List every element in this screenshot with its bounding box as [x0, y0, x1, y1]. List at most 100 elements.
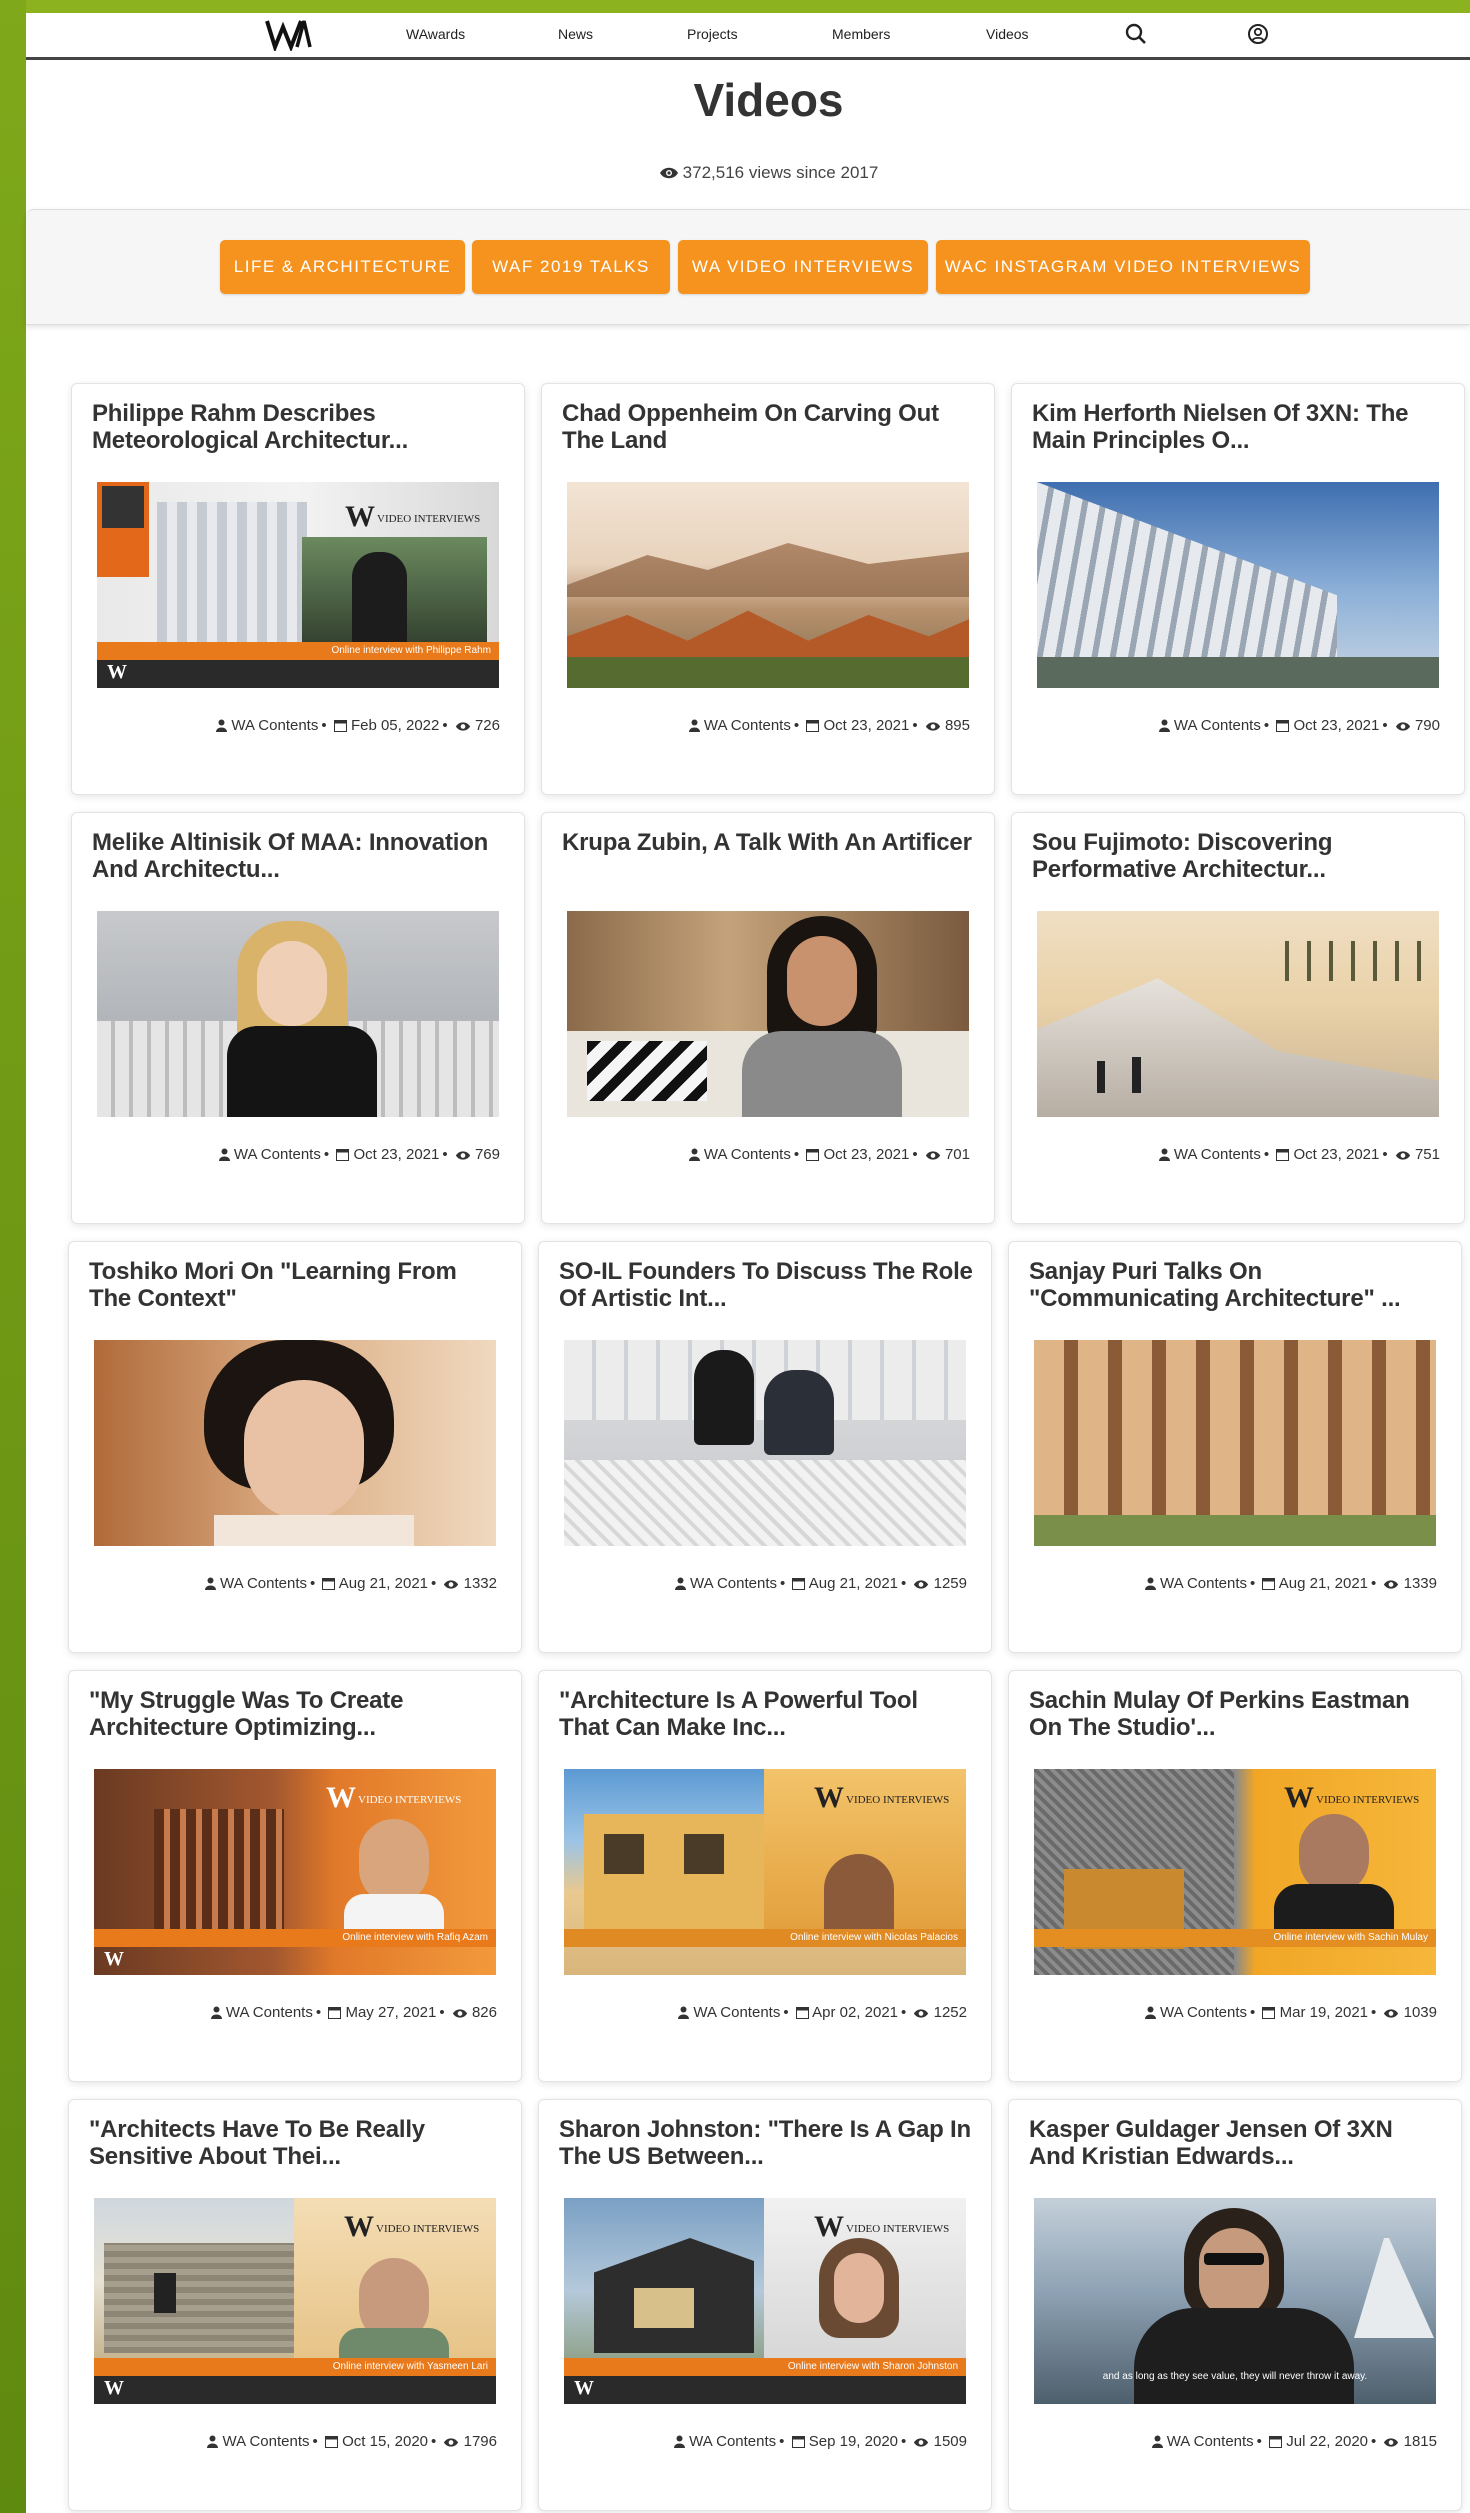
video-title[interactable]: "My Struggle Was To Create Architecture …: [89, 1687, 504, 1741]
tab-wa-video-interviews[interactable]: WA VIDEO INTERVIEWS: [678, 240, 928, 294]
eye-icon: [1395, 1151, 1410, 1160]
video-author[interactable]: WA Contents: [690, 1575, 777, 1592]
video-meta: WA Contents • Apr 02, 2021 • 1252: [678, 2004, 967, 2021]
video-card[interactable]: Melike Altinisik Of MAA: Innovation And …: [71, 812, 525, 1224]
video-thumbnail[interactable]: and as long as they see value, they will…: [1034, 2198, 1436, 2404]
thumbnail-caption: Online interview with Nicolas Palacios: [564, 1929, 966, 1947]
nav-projects[interactable]: Projects: [687, 26, 738, 42]
video-thumbnail[interactable]: [564, 1340, 966, 1546]
search-icon[interactable]: [1124, 22, 1148, 46]
video-title[interactable]: Sanjay Puri Talks On "Communicating Arch…: [1029, 1258, 1444, 1312]
video-thumbnail[interactable]: [97, 911, 499, 1117]
video-card[interactable]: "Architecture Is A Powerful Tool That Ca…: [538, 1670, 992, 2082]
video-card[interactable]: Chad Oppenheim On Carving Out The Land W…: [541, 383, 995, 795]
video-card[interactable]: Kim Herforth Nielsen Of 3XN: The Main Pr…: [1011, 383, 1465, 795]
user-icon: [1158, 719, 1170, 732]
tab-life-architecture[interactable]: LIFE & ARCHITECTURE: [220, 240, 465, 294]
nav-members[interactable]: Members: [832, 26, 890, 42]
video-thumbnail[interactable]: W VIDEO INTERVIEWS Online interview with …: [97, 482, 499, 688]
video-title[interactable]: Toshiko Mori On "Learning From The Conte…: [89, 1258, 504, 1312]
video-views: 701: [944, 1146, 970, 1163]
category-tabs: LIFE & ARCHITECTURE WAF 2019 TALKS WA VI…: [26, 209, 1470, 325]
video-thumbnail[interactable]: W VIDEO INTERVIEWS Online interview with …: [94, 2198, 496, 2404]
video-title[interactable]: "Architecture Is A Powerful Tool That Ca…: [559, 1687, 974, 1741]
user-icon: [688, 719, 700, 732]
video-thumbnail[interactable]: [1034, 1340, 1436, 1546]
video-title[interactable]: Sharon Johnston: "There Is A Gap In The …: [559, 2116, 974, 2170]
video-title[interactable]: SO-IL Founders To Discuss The Role Of Ar…: [559, 1258, 974, 1312]
video-author[interactable]: WA Contents: [1160, 2004, 1247, 2021]
window-frame-top: [0, 0, 1470, 13]
video-title[interactable]: Kim Herforth Nielsen Of 3XN: The Main Pr…: [1032, 400, 1447, 454]
video-author[interactable]: WA Contents: [223, 2433, 310, 2450]
video-author[interactable]: WA Contents: [226, 2004, 313, 2021]
video-card[interactable]: Sachin Mulay Of Perkins Eastman On The S…: [1008, 1670, 1462, 2082]
video-thumbnail[interactable]: W VIDEO INTERVIEWS Online interview with …: [564, 1769, 966, 1975]
calendar-icon: [795, 2007, 809, 2019]
video-views: 826: [471, 2004, 497, 2021]
video-author[interactable]: WA Contents: [689, 2433, 776, 2450]
video-date: Oct 23, 2021: [823, 717, 910, 734]
nav-news[interactable]: News: [558, 26, 593, 42]
video-card[interactable]: Sanjay Puri Talks On "Communicating Arch…: [1008, 1241, 1462, 1653]
tab-wac-instagram-video-interviews[interactable]: WAC INSTAGRAM VIDEO INTERVIEWS: [936, 240, 1310, 294]
user-icon: [218, 1148, 230, 1161]
video-card[interactable]: Kasper Guldager Jensen Of 3XN And Kristi…: [1008, 2099, 1462, 2511]
video-card[interactable]: SO-IL Founders To Discuss The Role Of Ar…: [538, 1241, 992, 1653]
video-title[interactable]: Sachin Mulay Of Perkins Eastman On The S…: [1029, 1687, 1444, 1741]
video-card[interactable]: Toshiko Mori On "Learning From The Conte…: [68, 1241, 522, 1653]
video-title[interactable]: Krupa Zubin, A Talk With An Artificer: [562, 829, 977, 856]
video-author[interactable]: WA Contents: [1174, 717, 1261, 734]
user-icon: [207, 2435, 219, 2448]
video-title[interactable]: Sou Fujimoto: Discovering Performative A…: [1032, 829, 1447, 883]
video-author[interactable]: WA Contents: [1174, 1146, 1261, 1163]
video-author[interactable]: WA Contents: [231, 717, 318, 734]
calendar-icon: [322, 1578, 336, 1590]
eye-icon: [659, 167, 678, 179]
video-thumbnail[interactable]: W VIDEO INTERVIEWS Online interview with …: [1034, 1769, 1436, 1975]
nav-wawards[interactable]: WAwards: [406, 26, 465, 42]
video-thumbnail[interactable]: W VIDEO INTERVIEWS Online interview with …: [94, 1769, 496, 1975]
video-views: 790: [1414, 717, 1440, 734]
video-thumbnail[interactable]: [1037, 911, 1439, 1117]
video-author[interactable]: WA Contents: [234, 1146, 321, 1163]
eye-icon: [1384, 2009, 1399, 2018]
video-author[interactable]: WA Contents: [704, 1146, 791, 1163]
video-author[interactable]: WA Contents: [704, 717, 791, 734]
video-card[interactable]: Sharon Johnston: "There Is A Gap In The …: [538, 2099, 992, 2511]
video-thumbnail[interactable]: [94, 1340, 496, 1546]
video-title[interactable]: Chad Oppenheim On Carving Out The Land: [562, 400, 977, 454]
video-meta: WA Contents • Oct 23, 2021 • 895: [688, 717, 970, 734]
video-author[interactable]: WA Contents: [1167, 2433, 1254, 2450]
video-card[interactable]: "My Struggle Was To Create Architecture …: [68, 1670, 522, 2082]
user-icon: [1158, 1148, 1170, 1161]
calendar-icon: [1262, 2007, 1276, 2019]
nav-videos[interactable]: Videos: [986, 26, 1029, 42]
video-interviews-badge: VIDEO INTERVIEWS: [846, 1794, 950, 1806]
user-account-icon[interactable]: [1246, 22, 1270, 46]
video-card[interactable]: Sou Fujimoto: Discovering Performative A…: [1011, 812, 1465, 1224]
video-author[interactable]: WA Contents: [693, 2004, 780, 2021]
video-thumbnail[interactable]: [567, 482, 969, 688]
video-title[interactable]: "Architects Have To Be Really Sensitive …: [89, 2116, 504, 2170]
video-title[interactable]: Melike Altinisik Of MAA: Innovation And …: [92, 829, 507, 883]
wa-logo[interactable]: [264, 17, 312, 51]
video-thumbnail[interactable]: [1037, 482, 1439, 688]
video-card[interactable]: Philippe Rahm Describes Meteorological A…: [71, 383, 525, 795]
tab-waf-2019-talks[interactable]: WAF 2019 TALKS: [472, 240, 670, 294]
calendar-icon: [328, 2007, 342, 2019]
user-icon: [216, 719, 228, 732]
video-title[interactable]: Philippe Rahm Describes Meteorological A…: [92, 400, 507, 454]
user-icon: [688, 1148, 700, 1161]
video-meta: WA Contents • Feb 05, 2022 • 726: [216, 717, 500, 734]
video-card[interactable]: "Architects Have To Be Really Sensitive …: [68, 2099, 522, 2511]
video-title[interactable]: Kasper Guldager Jensen Of 3XN And Kristi…: [1029, 2116, 1444, 2170]
video-card[interactable]: Krupa Zubin, A Talk With An Artificer WA…: [541, 812, 995, 1224]
video-author[interactable]: WA Contents: [1160, 1575, 1247, 1592]
video-author[interactable]: WA Contents: [220, 1575, 307, 1592]
video-meta: WA Contents • Oct 23, 2021 • 701: [688, 1146, 970, 1163]
video-thumbnail[interactable]: W VIDEO INTERVIEWS Online interview with …: [564, 2198, 966, 2404]
video-thumbnail[interactable]: [567, 911, 969, 1117]
calendar-icon: [806, 720, 820, 732]
user-icon: [674, 1577, 686, 1590]
